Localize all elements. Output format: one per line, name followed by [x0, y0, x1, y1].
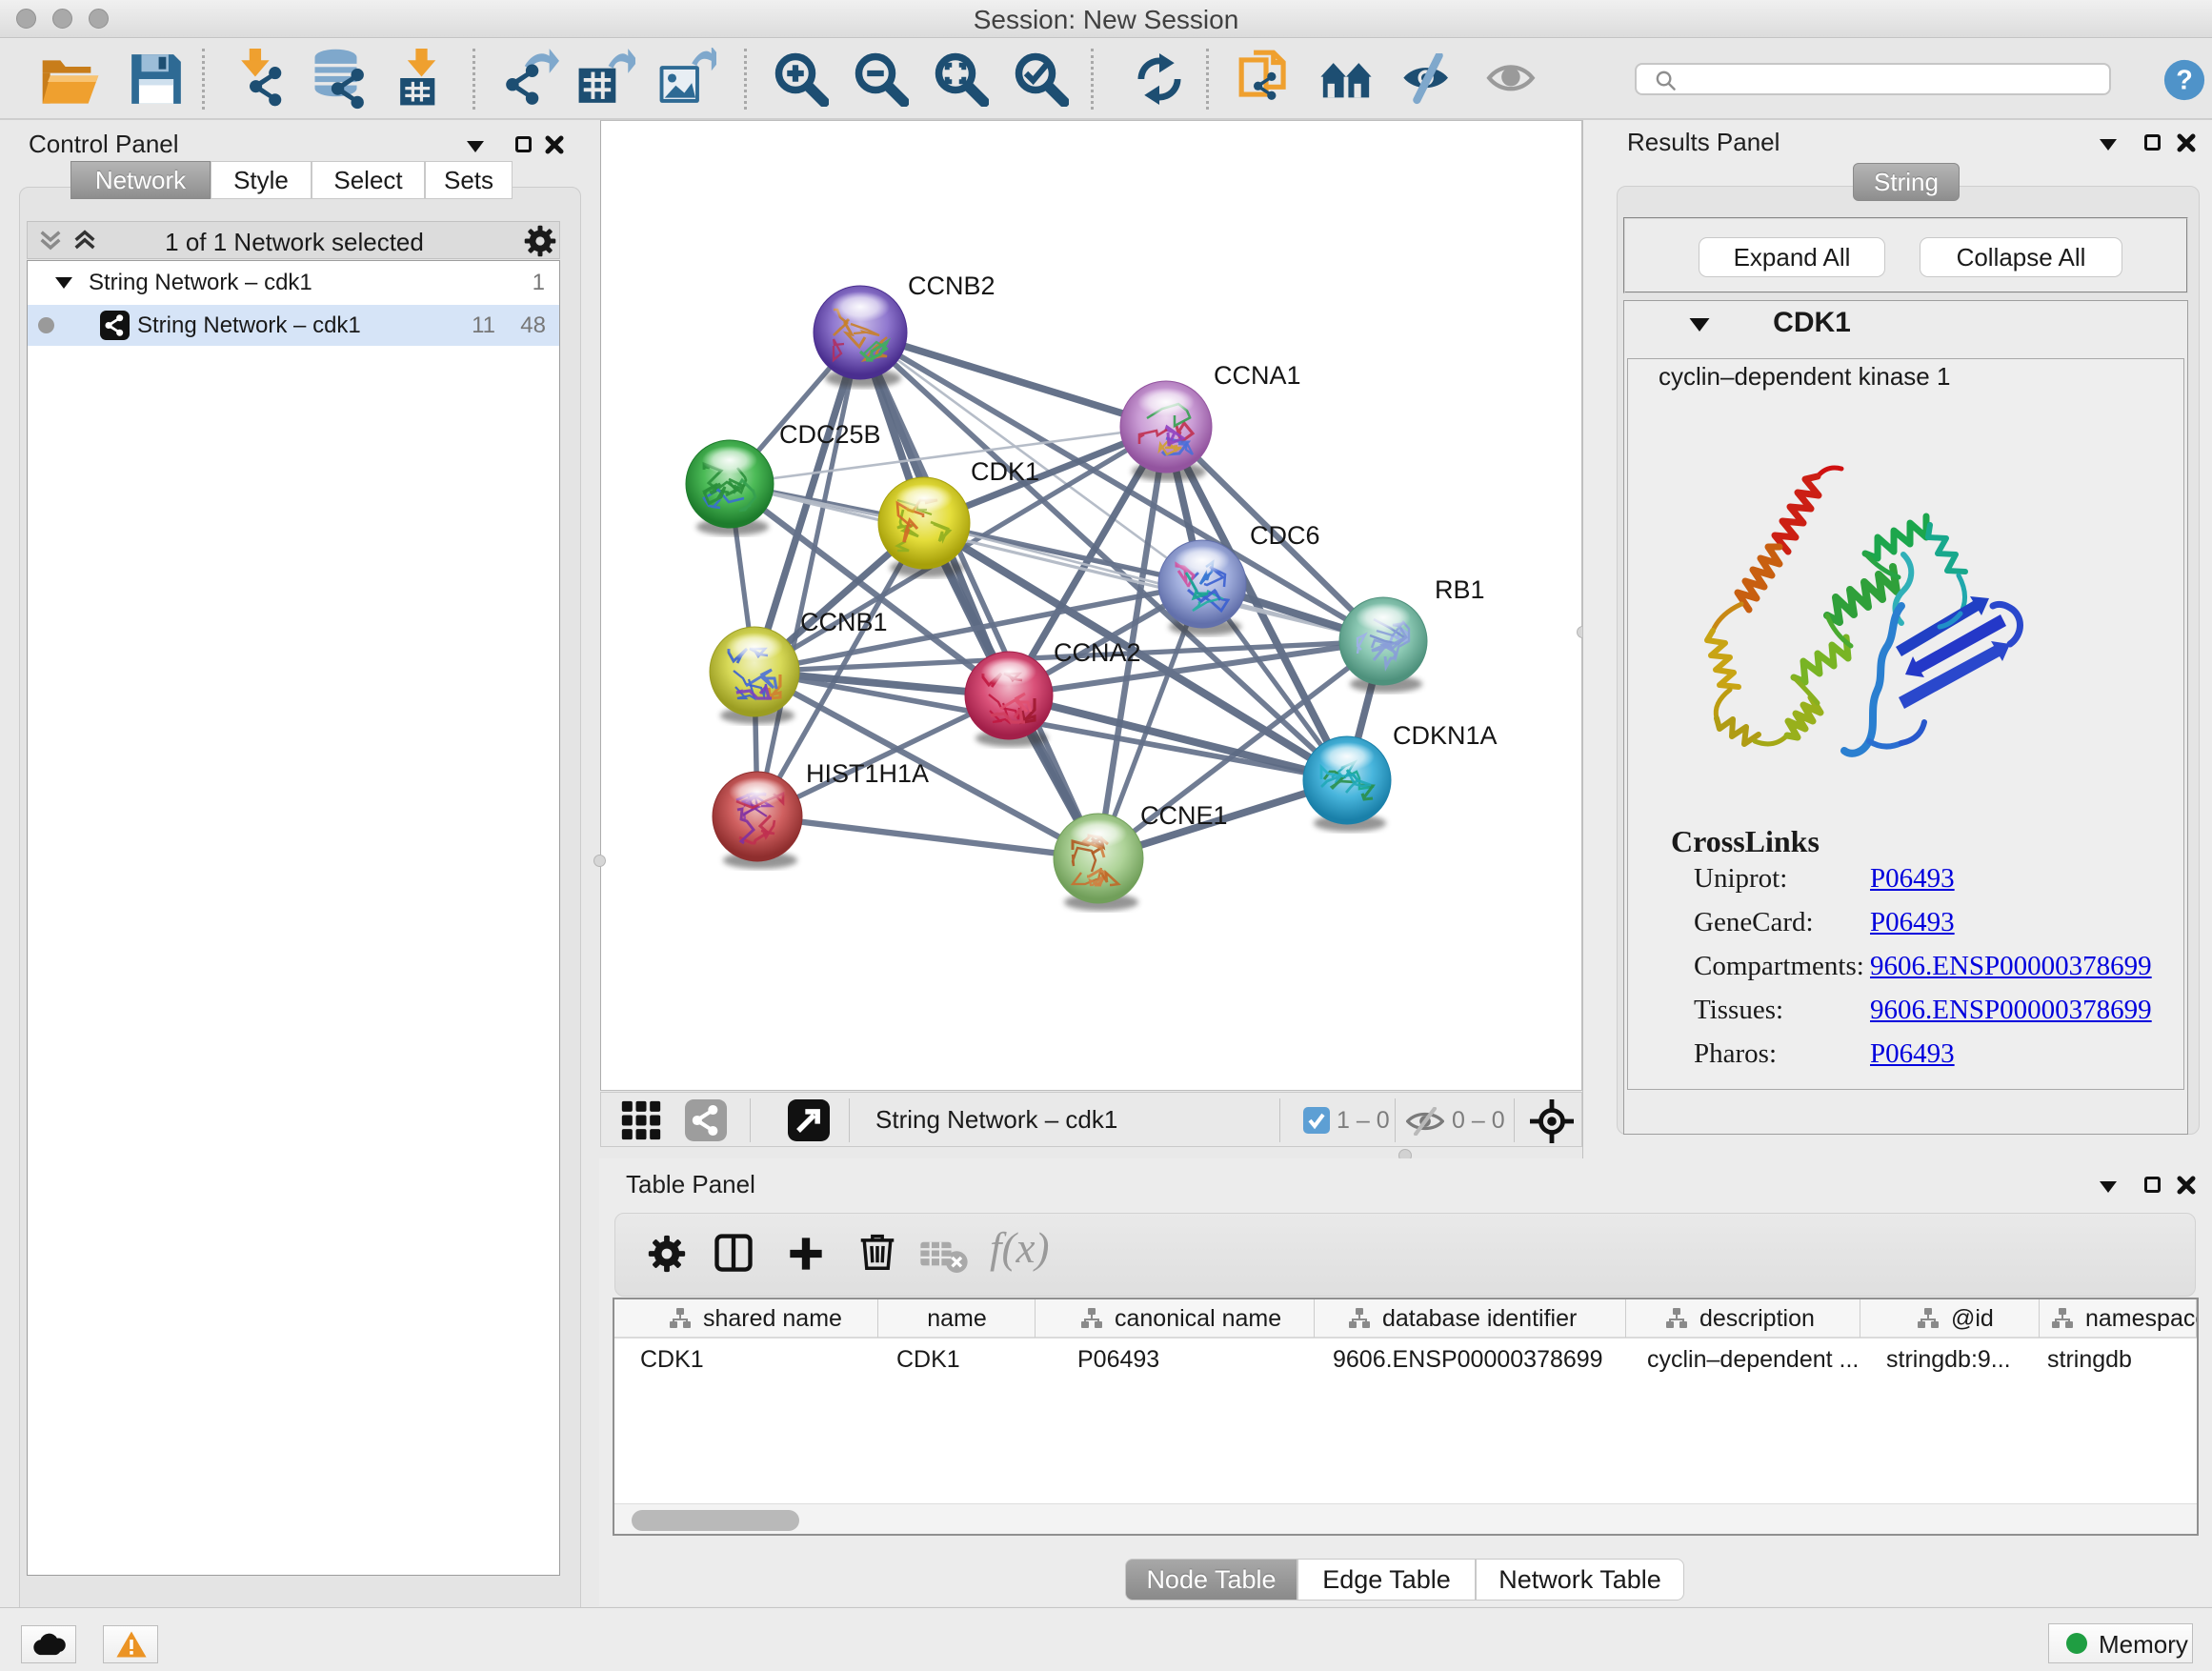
svg-text:CDC25B: CDC25B [779, 420, 881, 449]
svg-text:HIST1H1A: HIST1H1A [806, 759, 929, 788]
svg-text:CCNB2: CCNB2 [908, 272, 995, 300]
svg-text:CCNB1: CCNB1 [800, 608, 888, 636]
svg-text:CCNE1: CCNE1 [1140, 801, 1228, 830]
svg-text:CCNA1: CCNA1 [1214, 361, 1301, 390]
svg-text:CDK1: CDK1 [971, 457, 1039, 486]
svg-text:CDKN1A: CDKN1A [1393, 721, 1498, 750]
svg-text:CCNA2: CCNA2 [1054, 638, 1141, 667]
svg-text:RB1: RB1 [1435, 575, 1485, 604]
svg-text:?: ? [2176, 66, 2193, 96]
svg-text:CDC6: CDC6 [1250, 521, 1320, 550]
